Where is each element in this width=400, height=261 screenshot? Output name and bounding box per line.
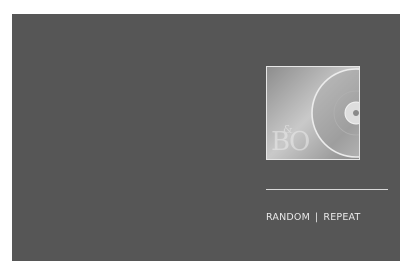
svg-text:O: O [289,127,310,157]
random-option[interactable]: RANDOM [266,212,310,223]
cd-disc-icon: B & O [267,67,359,159]
option-separator: | [315,212,319,223]
album-cover-placeholder: B & O [266,66,360,160]
playback-options: RANDOM | REPEAT [266,212,361,223]
bo-logo: B & O [271,123,310,157]
options-divider [266,189,388,190]
repeat-option[interactable]: REPEAT [323,212,360,223]
player-screen: B & O RANDOM | REPEAT [12,14,400,261]
